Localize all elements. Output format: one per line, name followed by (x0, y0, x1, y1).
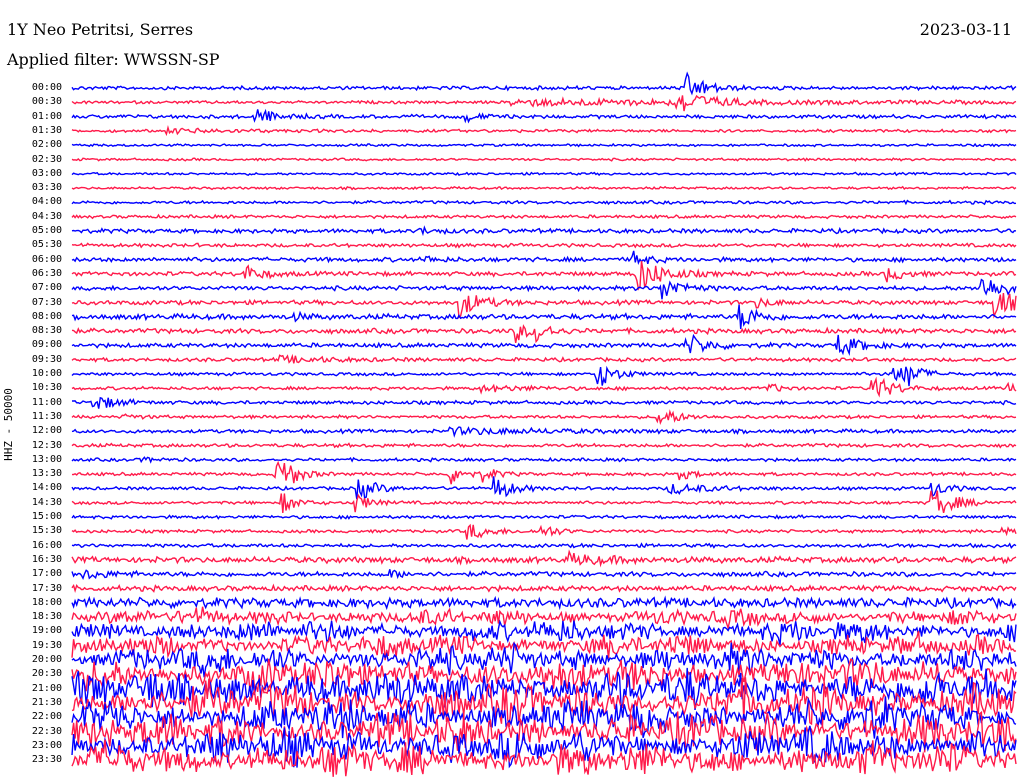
trace-0130 (71, 125, 1017, 137)
trace-0030 (71, 94, 1017, 112)
trace-1100 (72, 396, 1017, 409)
trace-1730 (71, 583, 1017, 593)
trace-0800 (71, 304, 1017, 330)
trace-1530 (71, 523, 1017, 540)
trace-0630 (71, 260, 1017, 291)
trace-0100 (71, 108, 1017, 124)
trace-1400 (71, 476, 1017, 500)
trace-1600 (71, 542, 1017, 550)
trace-1130 (71, 409, 1017, 425)
trace-0330 (71, 185, 1017, 191)
trace-0400 (71, 199, 1017, 206)
helicorder-plot (71, 71, 1017, 777)
trace-1500 (71, 514, 1017, 520)
trace-0900 (71, 333, 1017, 357)
trace-0300 (71, 171, 1017, 177)
trace-0700 (71, 278, 1017, 300)
trace-0200 (71, 142, 1017, 148)
trace-0600 (71, 250, 1017, 265)
trace-0230 (71, 157, 1017, 162)
trace-0000 (71, 71, 1017, 96)
trace-1200 (71, 426, 1017, 438)
trace-1630 (71, 549, 1017, 568)
trace-1030 (71, 376, 1017, 398)
trace-1330 (71, 460, 1017, 485)
trace-0930 (71, 353, 1017, 364)
trace-0500 (71, 225, 1017, 237)
trace-1800 (71, 595, 1017, 611)
trace-1230 (71, 442, 1017, 449)
trace-0530 (71, 242, 1017, 249)
trace-0730 (71, 293, 1017, 319)
trace-0430 (71, 213, 1017, 220)
trace-1930 (71, 630, 1017, 661)
trace-1430 (71, 490, 1017, 513)
trace-1300 (71, 456, 1017, 464)
trace-1700 (71, 569, 1017, 581)
trace-0830 (71, 324, 1017, 344)
